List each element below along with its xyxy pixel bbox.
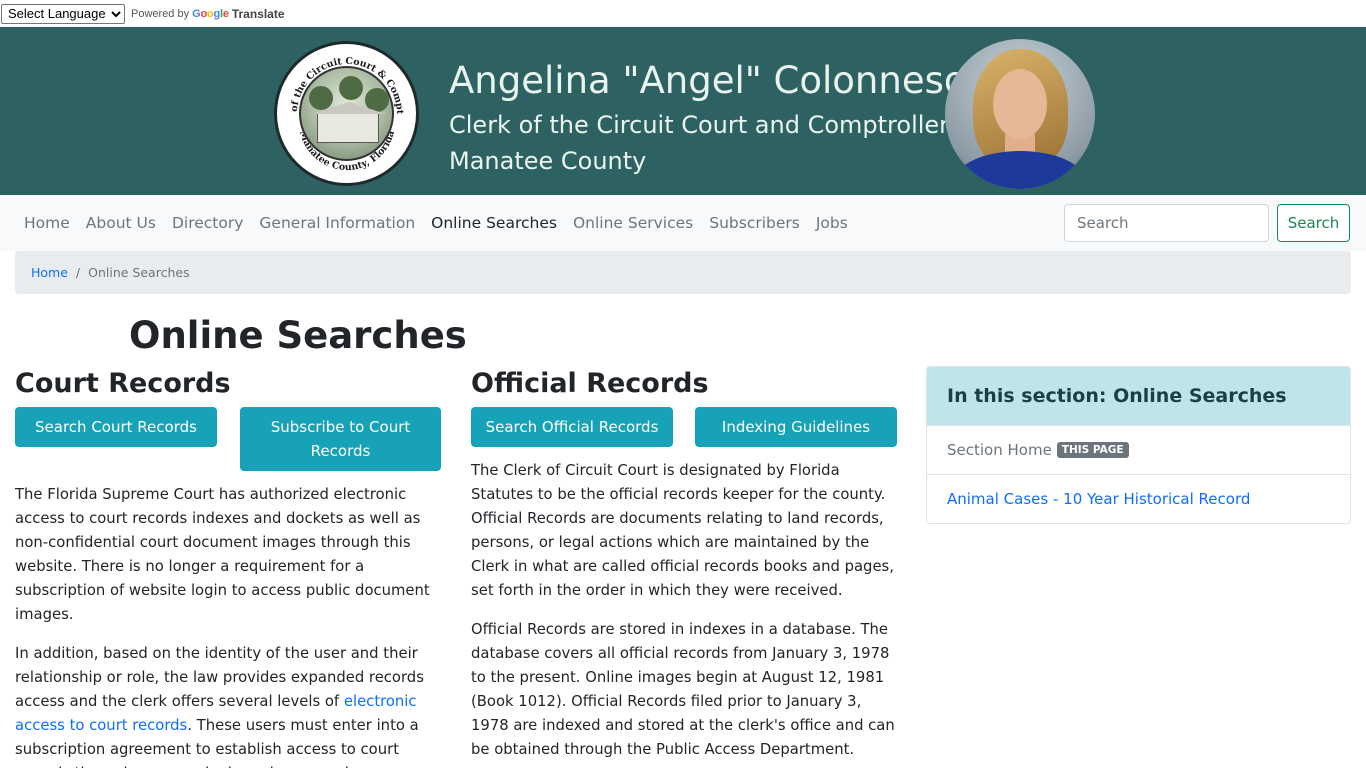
this-page-badge: THIS PAGE	[1056, 442, 1129, 458]
section-home-label: Section Home	[947, 441, 1052, 459]
official-records-paragraph-2: Official Records are stored in indexes i…	[471, 621, 895, 758]
indexing-guidelines-button[interactable]: Indexing Guidelines	[695, 407, 897, 447]
official-records-heading: Official Records	[471, 368, 709, 399]
portrait-jacket	[955, 151, 1085, 189]
main-navbar: Home About Us Directory General Informat…	[0, 195, 1366, 251]
animal-cases-link[interactable]: Animal Cases - 10 Year Historical Record	[947, 490, 1250, 508]
google-logo: Google	[192, 7, 229, 20]
nav-item-online-searches[interactable]: Online Searches	[423, 214, 565, 232]
clerk-portrait-photo	[945, 39, 1095, 189]
court-records-heading: Court Records	[15, 368, 231, 399]
nav-item-subscribers[interactable]: Subscribers	[701, 214, 808, 232]
search-input[interactable]	[1064, 204, 1269, 242]
portrait-face	[993, 69, 1047, 139]
breadcrumb-separator: /	[75, 265, 81, 280]
clerk-office-subtitle: Clerk of the Circuit Court and Comptroll…	[449, 111, 950, 139]
nav-item-jobs[interactable]: Jobs	[808, 214, 856, 232]
translate-link[interactable]: Translate	[232, 7, 285, 21]
official-records-section: Official Records Search Official Records…	[471, 368, 897, 768]
search-button[interactable]: Search	[1277, 204, 1350, 242]
section-nav-card: In this section: Online Searches Section…	[926, 366, 1351, 524]
seal-building-icon	[312, 102, 386, 143]
clerk-seal-logo[interactable]: Clerk of the Circuit Court & Comptroller…	[274, 41, 419, 186]
court-records-section: Court Records Search Court Records Subsc…	[15, 368, 441, 768]
breadcrumb-home-link[interactable]: Home	[31, 265, 68, 280]
court-records-paragraph-1: The Florida Supreme Court has authorized…	[15, 486, 430, 623]
search-court-records-button[interactable]: Search Court Records	[15, 407, 217, 447]
nav-item-general-information[interactable]: General Information	[251, 214, 423, 232]
nav-links: Home About Us Directory General Informat…	[16, 195, 856, 251]
nav-item-home[interactable]: Home	[16, 214, 78, 232]
clerk-name-title: Angelina "Angel" Colonneso	[449, 59, 967, 102]
translate-bar: Select Language Powered by Google Transl…	[0, 0, 1366, 27]
official-records-buttons: Search Official Records Indexing Guideli…	[471, 407, 897, 447]
powered-by-google: Powered by Google Translate	[131, 7, 285, 21]
search-official-records-button[interactable]: Search Official Records	[471, 407, 673, 447]
powered-by-text: Powered by	[131, 7, 190, 20]
seal-courthouse-image	[299, 66, 394, 161]
breadcrumb: Home / Online Searches	[15, 251, 1351, 294]
nav-item-directory[interactable]: Directory	[164, 214, 251, 232]
nav-item-about-us[interactable]: About Us	[78, 214, 164, 232]
section-link-item: Animal Cases - 10 Year Historical Record	[927, 474, 1350, 523]
county-name: Manatee County	[449, 147, 647, 175]
page-title: Online Searches	[129, 314, 467, 357]
seal-tree-icon	[339, 76, 363, 100]
nav-item-online-services[interactable]: Online Services	[565, 214, 701, 232]
subscribe-court-records-button[interactable]: Subscribe to Court Records	[240, 407, 441, 471]
official-records-paragraph-1: The Clerk of Circuit Court is designated…	[471, 462, 894, 599]
language-select[interactable]: Select Language	[1, 3, 125, 24]
breadcrumb-current: Online Searches	[88, 265, 190, 280]
section-home-item[interactable]: Section Home THIS PAGE	[927, 425, 1350, 474]
section-nav-heading: In this section: Online Searches	[927, 367, 1350, 425]
court-records-buttons: Search Court Records Subscribe to Court …	[15, 407, 441, 471]
header-banner: Clerk of the Circuit Court & Comptroller…	[0, 27, 1366, 195]
court-records-paragraph-2: In addition, based on the identity of th…	[15, 642, 441, 768]
